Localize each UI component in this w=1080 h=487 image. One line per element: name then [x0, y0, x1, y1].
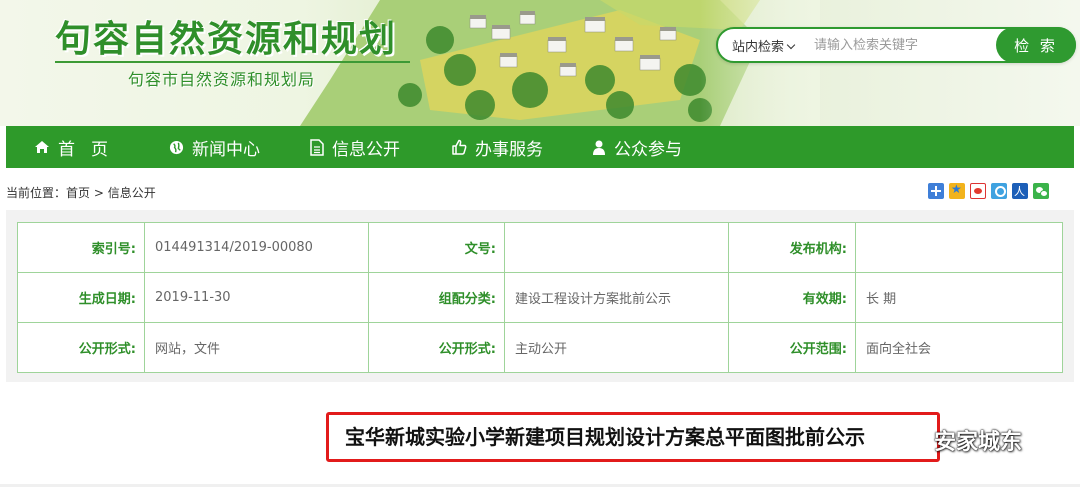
- table-row: 索引号: 014491314/2019-00080 文号: 发布机构:: [17, 222, 1063, 273]
- wechat-watermark-icon: [898, 428, 927, 451]
- meta-value-category: 建设工程设计方案批前公示: [504, 272, 729, 323]
- watermark-text: 安家城东: [934, 430, 1023, 455]
- thumbs-up-icon: [452, 139, 467, 155]
- watermark: 安家城东: [898, 424, 1022, 456]
- chevron-down-icon: [786, 40, 796, 50]
- document-meta-panel: 索引号: 014491314/2019-00080 文号: 发布机构: 生成日期…: [6, 210, 1074, 382]
- meta-key-disclosure-scope: 公开范围:: [728, 322, 856, 373]
- document-icon: [310, 138, 324, 156]
- meta-value-index-number: 014491314/2019-00080: [144, 222, 369, 273]
- meta-value-disclosure-scope: 面向全社会: [855, 322, 1063, 373]
- nav-item-home[interactable]: 首页: [34, 126, 169, 168]
- share-toolbar: [928, 182, 1049, 199]
- meta-key-category: 组配分类:: [368, 272, 505, 323]
- nav-item-label: 新闻中心: [192, 139, 260, 160]
- nav-item-label: 首页: [58, 139, 124, 160]
- tencent-weibo-icon[interactable]: [991, 183, 1007, 199]
- nav-item-public-participation[interactable]: 公众参与: [592, 126, 682, 168]
- meta-value-disclosure-form: 网站，文件: [144, 322, 369, 373]
- article-title: 宝华新城实验小学新建项目规划设计方案总平面图批前公示: [326, 412, 940, 462]
- user-icon: [593, 140, 605, 155]
- table-row: 生成日期: 2019-11-30 组配分类: 建设工程设计方案批前公示 有效期:…: [17, 272, 1063, 323]
- search-button[interactable]: 检 索: [996, 27, 1076, 63]
- meta-key-document-number: 文号:: [368, 222, 505, 273]
- breadcrumb-home-link[interactable]: 首页: [66, 186, 90, 200]
- search-input[interactable]: [814, 34, 992, 56]
- table-row: 公开形式: 网站，文件 公开形式: 主动公开 公开范围: 面向全社会: [17, 322, 1063, 373]
- search-scope-label: 站内检索: [732, 40, 785, 55]
- nav-item-info-disclosure[interactable]: 信息公开: [310, 126, 451, 168]
- document-meta-table: 索引号: 014491314/2019-00080 文号: 发布机构: 生成日期…: [17, 222, 1063, 373]
- breadcrumb: 当前位置：首页 > 信息公开: [6, 184, 156, 201]
- header-banner: 句容自然资源和规划 句容市自然资源和规划局 站内检索 检 索: [0, 0, 1080, 126]
- meta-value-issuing-agency: [855, 222, 1063, 273]
- home-icon: [35, 141, 49, 153]
- meta-key-issuing-agency: 发布机构:: [728, 222, 856, 273]
- wechat-icon[interactable]: [1033, 183, 1049, 199]
- search-scope-dropdown[interactable]: 站内检索: [732, 36, 796, 55]
- breadcrumb-current-link[interactable]: 信息公开: [108, 186, 156, 200]
- meta-key-validity: 有效期:: [728, 272, 856, 323]
- breadcrumb-separator: >: [90, 186, 108, 200]
- globe-icon: [169, 140, 184, 154]
- nav-item-label: 办事服务: [475, 139, 543, 160]
- plus-share-icon[interactable]: [928, 183, 944, 199]
- title-underline: [55, 61, 410, 63]
- meta-value-document-number: [504, 222, 729, 273]
- meta-key-index-number: 索引号:: [17, 222, 145, 273]
- breadcrumb-prefix: 当前位置：: [6, 186, 67, 200]
- meta-key-created-date: 生成日期:: [17, 272, 145, 323]
- nav-item-label: 公众参与: [614, 139, 682, 160]
- nav-item-services[interactable]: 办事服务: [451, 126, 592, 168]
- main-nav: 首页 新闻中心 信息公开 办事服务 公众参与: [6, 126, 1074, 168]
- search-box: 站内检索 检 索: [716, 27, 1076, 63]
- site-title: 句容自然资源和规划: [55, 19, 398, 60]
- meta-value-validity: 长 期: [855, 272, 1063, 323]
- nav-item-label: 信息公开: [332, 139, 400, 160]
- weibo-icon[interactable]: [970, 183, 986, 199]
- meta-key-disclosure-form: 公开形式:: [17, 322, 145, 373]
- meta-key-disclosure-mode: 公开形式:: [368, 322, 505, 373]
- nav-item-news[interactable]: 新闻中心: [169, 126, 310, 168]
- site-subtitle: 句容市自然资源和规划局: [128, 70, 316, 89]
- renren-icon[interactable]: [1012, 183, 1028, 199]
- meta-value-disclosure-mode: 主动公开: [504, 322, 729, 373]
- meta-value-created-date: 2019-11-30: [144, 272, 369, 323]
- qzone-icon[interactable]: [949, 182, 965, 199]
